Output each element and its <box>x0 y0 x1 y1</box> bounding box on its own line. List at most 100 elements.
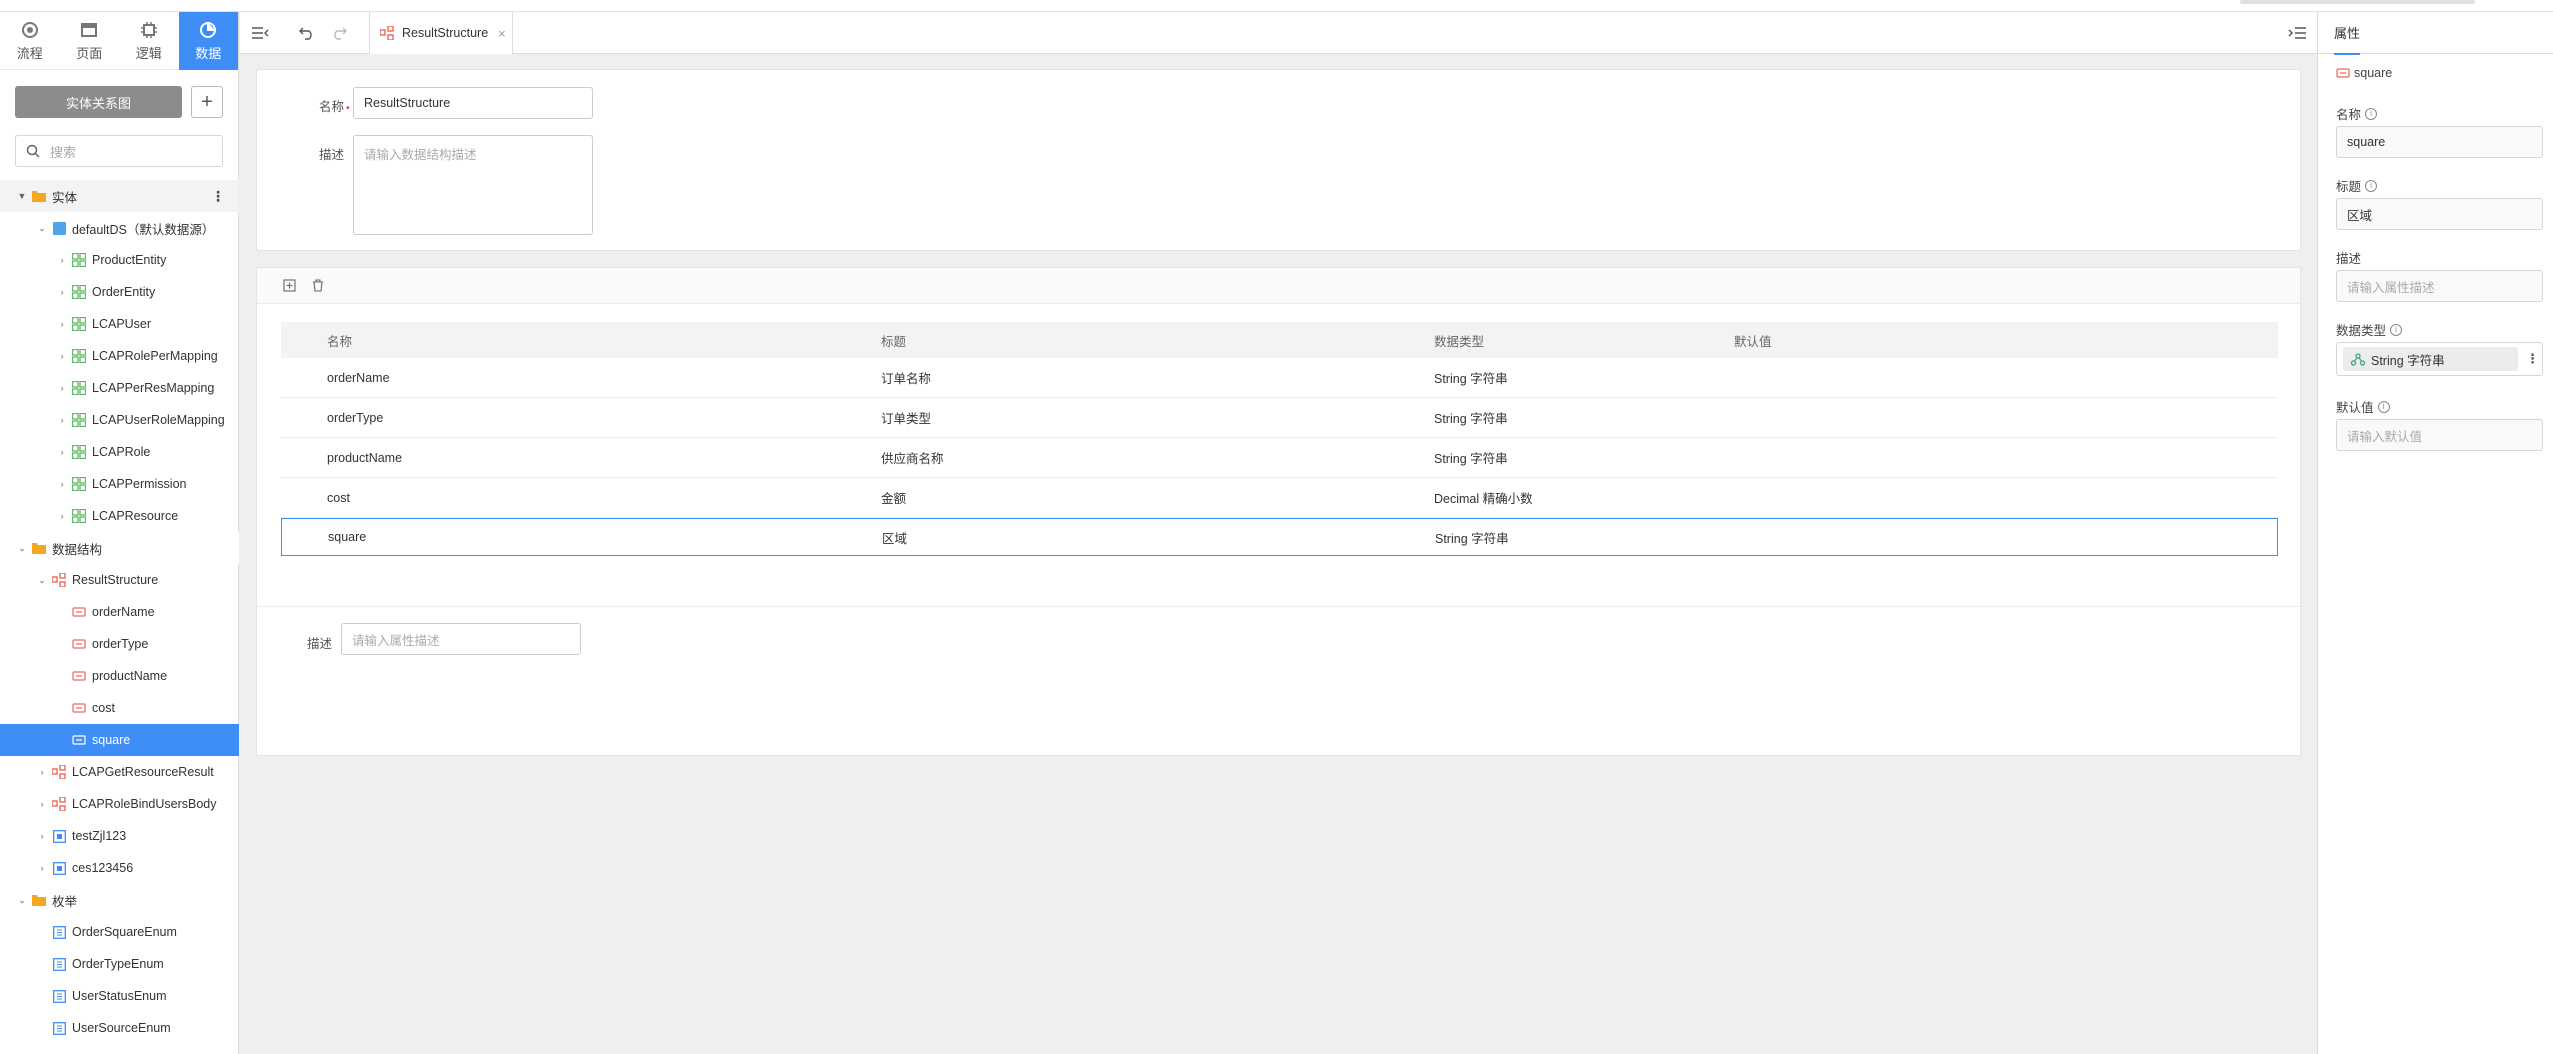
table-row[interactable]: square 区域 String 字符串 <box>281 518 2278 556</box>
tree-item-entity[interactable]: › LCAPResource <box>0 500 239 532</box>
tab-properties[interactable]: 属性 <box>2334 23 2361 55</box>
tree-item-label: orderType <box>92 637 149 651</box>
tree-item-entity[interactable]: › LCAPPermission <box>0 468 239 500</box>
caret-right-icon: › <box>60 255 64 265</box>
cell-type: String 字符串 <box>1434 452 1508 466</box>
tree-item-entity[interactable]: › LCAPUserRoleMapping <box>0 404 239 436</box>
caret-right-icon: › <box>60 415 64 425</box>
undo-icon[interactable] <box>297 23 317 43</box>
tree-item-entity[interactable]: › LCAPRole <box>0 436 239 468</box>
tree-item-enum[interactable]: UserStatusEnum <box>0 980 239 1012</box>
entity-icon <box>72 381 86 395</box>
tree-item-enum[interactable]: OrderSquareEnum <box>0 916 239 948</box>
tree-item-module[interactable]: › testZjl123 <box>0 820 239 852</box>
caret-right-icon: › <box>40 831 44 841</box>
tree-item-enum[interactable]: UserSourceEnum <box>0 1012 239 1044</box>
cell-name: square <box>328 530 367 544</box>
caret-right-icon: › <box>60 511 64 521</box>
collapse-sidebar-icon[interactable] <box>250 23 270 43</box>
type-chip[interactable]: String 字符串 <box>2343 347 2518 371</box>
prop-name-input[interactable]: square <box>2336 126 2543 158</box>
table-row[interactable]: orderType 订单类型 String 字符串 <box>281 398 2278 438</box>
entity-icon <box>72 349 86 363</box>
entity-icon <box>72 285 86 299</box>
sidebar-tabs: 流程 页面 逻辑 数据 <box>0 12 238 70</box>
tree-item-field[interactable]: square <box>0 724 239 756</box>
property-tabs: 属性 <box>2318 12 2553 55</box>
tree-item-entity[interactable]: › ProductEntity <box>0 244 239 276</box>
caret-right-icon: › <box>60 447 64 457</box>
close-icon[interactable]: × <box>498 26 506 41</box>
tree-item-field[interactable]: orderType <box>0 628 239 660</box>
er-diagram-button[interactable]: 实体关系图 <box>15 86 182 118</box>
desc-textarea[interactable]: 请输入数据结构描述 <box>353 135 593 235</box>
add-button[interactable]: + <box>191 86 223 118</box>
search-input[interactable]: 搜索 <box>15 135 223 167</box>
type-icon <box>2351 352 2365 366</box>
prop-name-label: 名称 i <box>2336 104 2378 123</box>
prop-desc-input[interactable]: 请输入属性描述 <box>2336 270 2543 302</box>
tab-flow[interactable]: 流程 <box>0 12 60 70</box>
prop-title-input[interactable]: 区域 <box>2336 198 2543 230</box>
prop-type-select[interactable]: String 字符串 ⋮ <box>2336 342 2543 376</box>
tree-item-entity[interactable]: › LCAPUser <box>0 308 239 340</box>
table-row[interactable]: productName 供应商名称 String 字符串 <box>281 438 2278 478</box>
editor-toolbar: ResultStructure × <box>240 12 2317 54</box>
tree-group-enums[interactable]: ⌄ 枚举 <box>0 884 239 916</box>
prop-default-input[interactable]: 请输入默认值 <box>2336 419 2543 451</box>
caret-down-icon: ⌄ <box>38 574 46 585</box>
structure-icon <box>52 797 66 811</box>
tree-group-entities[interactable]: ▼ 实体 ⋮ <box>0 180 239 212</box>
cell-type: String 字符串 <box>1435 531 1509 546</box>
tree-item-structure[interactable]: › LCAPGetResourceResult <box>0 756 239 788</box>
tree-item-field[interactable]: cost <box>0 692 239 724</box>
cell-name: orderName <box>327 370 390 385</box>
enum-icon <box>52 1021 66 1035</box>
tree-group-label: 实体 <box>52 190 78 205</box>
prop-default-label: 默认值 i <box>2336 397 2390 416</box>
delete-icon[interactable] <box>312 279 324 292</box>
tree-group-structures[interactable]: ⌄ 数据结构 <box>0 532 239 564</box>
tree-item-structure[interactable]: › LCAPRoleBindUsersBody <box>0 788 239 820</box>
entity-icon <box>72 253 86 267</box>
tree-item-result-structure[interactable]: ⌄ ResultStructure <box>0 564 239 596</box>
structure-icon <box>52 765 66 779</box>
tree-item-label: LCAPRole <box>92 445 151 459</box>
more-vertical-icon[interactable]: ⋮ <box>2526 351 2539 367</box>
tab-result-structure[interactable]: ResultStructure × <box>369 12 513 54</box>
fields-toolbar <box>257 268 2300 304</box>
entity-icon <box>72 317 86 331</box>
table-row[interactable]: cost 金额 Decimal 精确小数 <box>281 478 2278 518</box>
tab-page-label: 页面 <box>76 46 103 61</box>
tree-item-field[interactable]: productName <box>0 660 239 692</box>
tree-item-label: OrderEntity <box>92 285 156 299</box>
tree-item-entity[interactable]: › LCAPRolePerMapping <box>0 340 239 372</box>
field-desc-placeholder: 请输入属性描述 <box>352 633 440 648</box>
redo-icon[interactable] <box>329 23 349 43</box>
table-row[interactable]: orderName 订单名称 String 字符串 <box>281 358 2278 398</box>
tab-logic[interactable]: 逻辑 <box>119 12 179 70</box>
folder-icon <box>32 893 46 907</box>
tree-item-label: LCAPPerResMapping <box>92 381 215 395</box>
field-desc-input[interactable]: 请输入属性描述 <box>341 623 581 655</box>
property-panel: 属性 square 名称 i square 标题 i 区域 描述 请输入属性描述 数… <box>2317 12 2553 1054</box>
name-input[interactable]: ResultStructure <box>353 87 593 119</box>
add-field-icon[interactable] <box>283 279 296 292</box>
top-strip <box>0 0 2553 12</box>
fields-panel: 名称 标题 数据类型 默认值 orderName 订单名称 String 字符串… <box>256 267 2301 756</box>
tab-page[interactable]: 页面 <box>60 12 120 70</box>
more-vertical-icon[interactable]: ⋮ <box>211 188 225 205</box>
prop-default-placeholder: 请输入默认值 <box>2347 429 2423 444</box>
header-default: 默认值 <box>1734 334 1772 349</box>
tree-item-enum[interactable]: OrderTypeEnum <box>0 948 239 980</box>
tree-item-entity[interactable]: › LCAPPerResMapping <box>0 372 239 404</box>
tree-item-field[interactable]: orderName <box>0 596 239 628</box>
cell-type: Decimal 精确小数 <box>1434 492 1533 506</box>
tree-item-datasource[interactable]: ⌄ defaultDS（默认数据源） <box>0 212 239 244</box>
collapse-right-panel-icon[interactable] <box>2287 23 2307 43</box>
tab-data[interactable]: 数据 <box>178 12 238 70</box>
tree-item-entity[interactable]: › OrderEntity <box>0 276 239 308</box>
tree-item-module[interactable]: › ces123456 <box>0 852 239 884</box>
